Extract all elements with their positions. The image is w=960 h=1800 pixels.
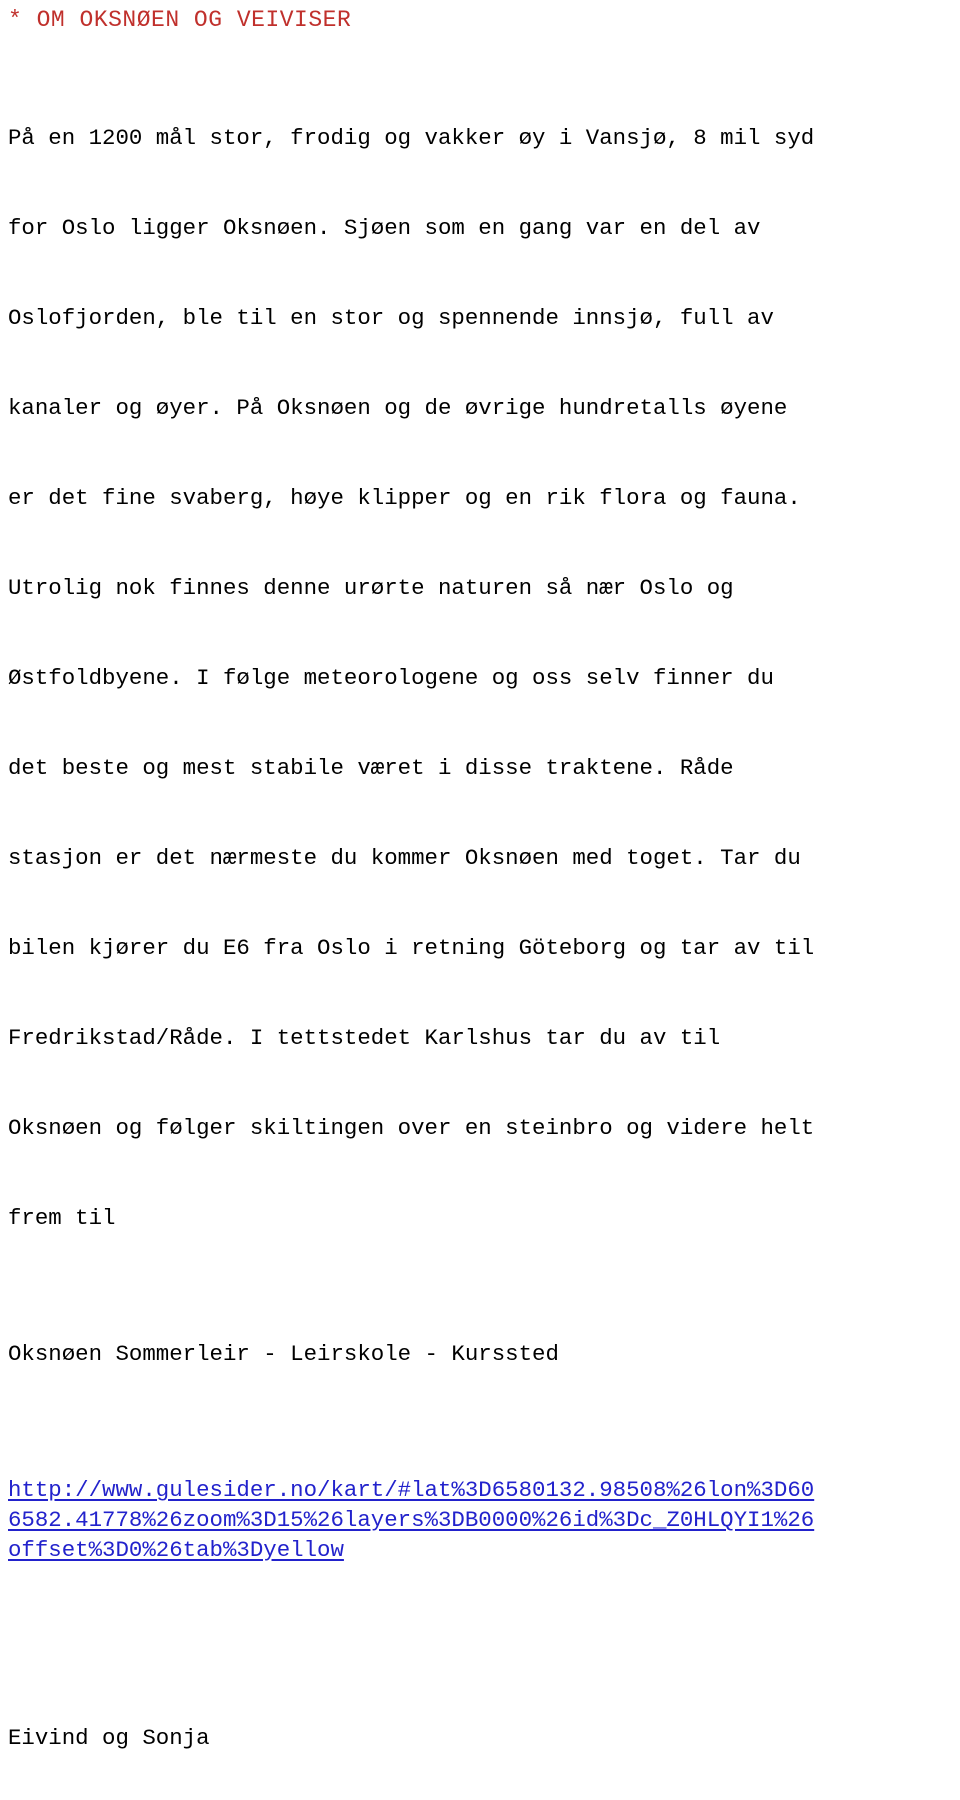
contact-names: Eivind og Sonja [8, 1725, 210, 1751]
paragraph-line: Oksnøen og følger skiltingen over en ste… [8, 1115, 815, 1141]
paragraph-line: frem til [8, 1205, 116, 1231]
contact-block: Eivind og Sonja Oksnøen Leir ANS/ Oksnøe… [8, 1663, 960, 1800]
paragraph-line: Fredrikstad/Råde. I tettstedet Karlshus … [8, 1025, 721, 1051]
map-link-line: 6582.41778%26zoom%3D15%26layers%3DB0000%… [8, 1507, 815, 1533]
paragraph-line: er det fine svaberg, høye klipper og en … [8, 485, 801, 511]
paragraph-line: Oslofjorden, ble til en stor og spennend… [8, 305, 774, 331]
paragraph-line: for Oslo ligger Oksnøen. Sjøen som en ga… [8, 215, 761, 241]
paragraph-line: kanaler og øyer. På Oksnøen og de øvrige… [8, 395, 788, 421]
document-page: * OM OKSNØEN OG VEIVISER På en 1200 mål … [0, 5, 960, 1800]
paragraph-line: det beste og mest stabile været i disse … [8, 755, 734, 781]
paragraph-line: stasjon er det nærmeste du kommer Oksnøe… [8, 845, 801, 871]
tagline: Oksnøen Sommerleir - Leirskole - Kursste… [8, 1341, 559, 1367]
paragraph-line: Østfoldbyene. I følge meteorologene og o… [8, 665, 774, 691]
paragraph-line: Utrolig nok finnes denne urørte naturen … [8, 575, 734, 601]
gulesider-map-link[interactable]: http://www.gulesider.no/kart/#lat%3D6580… [8, 1475, 960, 1565]
paragraph-line: bilen kjører du E6 fra Oslo i retning Gö… [8, 935, 815, 961]
map-link-line: http://www.gulesider.no/kart/#lat%3D6580… [8, 1477, 815, 1503]
page-title: * OM OKSNØEN OG VEIVISER [8, 7, 352, 33]
map-link-block: http://www.gulesider.no/kart/#lat%3D6580… [8, 1415, 960, 1625]
description-paragraph: På en 1200 mål stor, frodig og vakker øy… [8, 63, 960, 1293]
paragraph-line: På en 1200 mål stor, frodig og vakker øy… [8, 125, 815, 151]
map-link-line: offset%3D0%26tab%3Dyellow [8, 1537, 344, 1563]
